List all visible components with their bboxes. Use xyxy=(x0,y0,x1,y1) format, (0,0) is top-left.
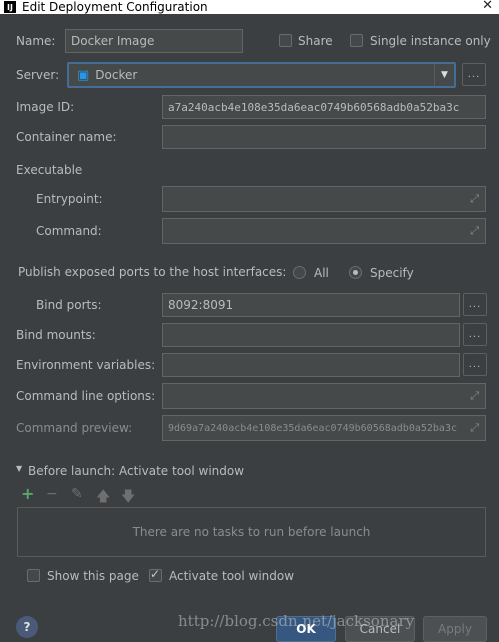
cmd-preview-field: 9d69a7a240acb4e108e35da6eac0749b60568adb… xyxy=(162,415,486,441)
container-name-input[interactable] xyxy=(162,125,486,149)
cmd-preview-label: Command preview: xyxy=(16,421,133,435)
show-page-checkbox[interactable] xyxy=(27,569,40,582)
single-instance-checkbox[interactable] xyxy=(350,34,363,47)
intellij-app-icon: IJ xyxy=(4,1,16,13)
close-icon[interactable]: ✕ xyxy=(482,0,493,13)
watermark-text: http://blog.csdn.net/jacksonary xyxy=(178,612,415,630)
entrypoint-input[interactable]: ⤢ xyxy=(162,186,486,212)
command-label: Command: xyxy=(36,224,102,238)
before-launch-title: Before launch: Activate tool window xyxy=(28,464,245,478)
bind-mounts-browse-button[interactable]: ... xyxy=(463,323,487,346)
bind-mounts-label: Bind mounts: xyxy=(16,328,96,342)
publish-ports-label: Publish exposed ports to the host interf… xyxy=(18,265,287,279)
executable-section-title: Executable xyxy=(16,163,83,177)
publish-all-radio[interactable] xyxy=(293,266,306,279)
entrypoint-label: Entrypoint: xyxy=(36,192,103,206)
name-input[interactable]: Docker Image xyxy=(65,29,243,53)
server-label: Server: xyxy=(16,68,60,82)
cmd-preview-value: 9d69a7a240acb4e108e35da6eac0749b60568adb… xyxy=(168,422,457,434)
help-button[interactable]: ? xyxy=(16,616,38,638)
bind-ports-input[interactable]: 8092:8091 xyxy=(162,293,460,317)
activate-tool-label: Activate tool window xyxy=(169,569,295,583)
share-label: Share xyxy=(298,34,333,48)
server-select-value: Docker xyxy=(95,68,138,82)
expand-icon[interactable]: ⤢ xyxy=(470,192,479,206)
window-title: Edit Deployment Configuration xyxy=(22,0,208,14)
docker-whale-icon: ▣ xyxy=(77,67,90,83)
chevron-down-icon[interactable]: ▼ xyxy=(434,64,454,86)
server-browse-button[interactable]: ... xyxy=(462,63,486,86)
publish-all-label: All xyxy=(314,266,329,280)
publish-specify-label: Specify xyxy=(370,266,414,280)
env-vars-input[interactable] xyxy=(162,353,460,377)
bind-mounts-input[interactable] xyxy=(162,323,460,347)
collapse-triangle-icon[interactable]: ▼ xyxy=(16,464,22,473)
cmd-options-input[interactable]: ⤢ xyxy=(162,383,486,409)
expand-icon[interactable]: ⤢ xyxy=(470,389,479,403)
bind-ports-browse-button[interactable]: ... xyxy=(463,293,487,316)
share-checkbox[interactable] xyxy=(279,34,292,47)
apply-button[interactable]: Apply xyxy=(423,616,487,642)
expand-icon[interactable]: ⤢ xyxy=(470,224,479,238)
env-vars-label: Environment variables: xyxy=(16,358,156,372)
bind-ports-label: Bind ports: xyxy=(36,298,102,312)
name-label: Name: xyxy=(16,34,56,48)
env-vars-browse-button[interactable]: ... xyxy=(463,353,487,376)
add-icon[interactable]: + xyxy=(21,484,34,503)
edit-pencil-icon[interactable]: ✎ xyxy=(71,486,83,502)
remove-icon[interactable]: − xyxy=(46,486,58,502)
show-page-label: Show this page xyxy=(47,569,139,583)
container-name-label: Container name: xyxy=(16,130,117,144)
empty-tasks-message: There are no tasks to run before launch xyxy=(132,525,371,539)
before-launch-task-list: There are no tasks to run before launch xyxy=(17,507,486,557)
cmd-options-label: Command line options: xyxy=(16,389,156,403)
activate-tool-checkbox[interactable] xyxy=(149,567,162,582)
image-id-input[interactable]: a7a240acb4e108e35da6eac0749b60568adb0a52… xyxy=(162,95,486,119)
single-instance-label: Single instance only xyxy=(370,34,491,48)
publish-specify-radio[interactable] xyxy=(349,266,362,279)
image-id-label: Image ID: xyxy=(16,100,75,114)
server-select[interactable]: ▣ Docker ▼ xyxy=(67,62,456,88)
command-input[interactable]: ⤢ xyxy=(162,218,486,244)
title-bar: IJ Edit Deployment Configuration ✕ xyxy=(0,0,499,14)
expand-icon[interactable]: ⤢ xyxy=(470,421,479,435)
